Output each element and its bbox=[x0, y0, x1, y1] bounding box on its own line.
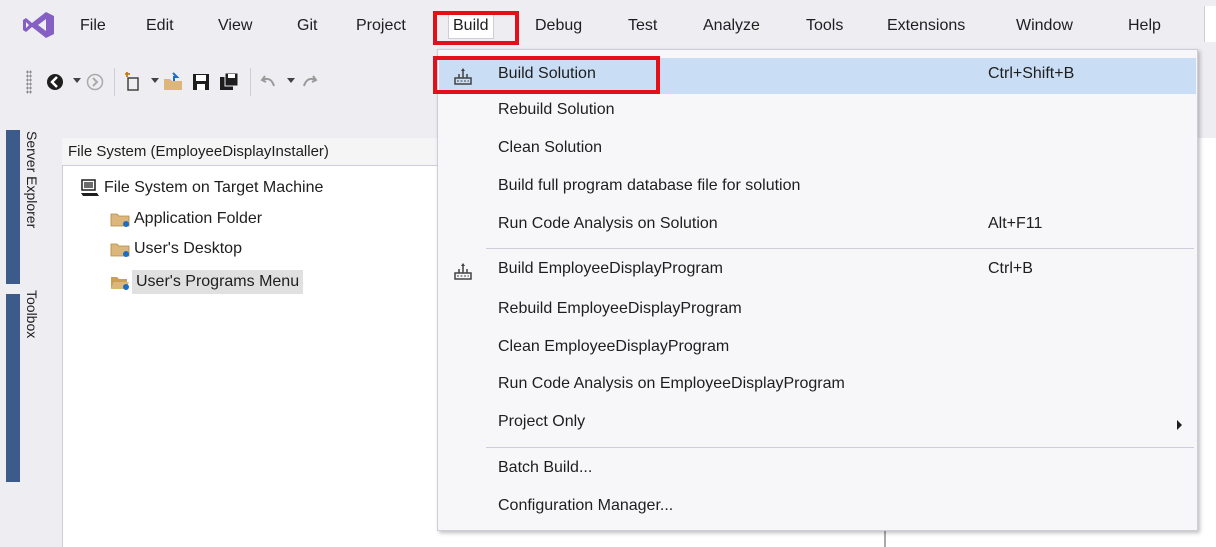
open-file-button[interactable] bbox=[162, 70, 184, 94]
left-tool-rail bbox=[0, 122, 22, 547]
menu-file[interactable]: File bbox=[80, 14, 106, 38]
menu-item-label: Build full program database file for sol… bbox=[498, 177, 801, 194]
tree-item-label: User's Desktop bbox=[134, 240, 242, 257]
menu-separator bbox=[486, 248, 1194, 249]
menu-view[interactable]: View bbox=[218, 14, 252, 38]
back-dropdown-icon[interactable] bbox=[73, 78, 81, 83]
menu-item-batch-build[interactable]: Batch Build... bbox=[439, 452, 1196, 488]
menu-tools[interactable]: Tools bbox=[806, 14, 843, 38]
menu-debug[interactable]: Debug bbox=[535, 14, 582, 38]
undo-dropdown-icon[interactable] bbox=[287, 78, 295, 83]
menu-edit[interactable]: Edit bbox=[146, 14, 174, 38]
redo-button[interactable] bbox=[298, 70, 320, 94]
search-box-edge[interactable] bbox=[1204, 6, 1216, 42]
menu-item-shortcut: Ctrl+B bbox=[988, 260, 1033, 277]
menu-extensions[interactable]: Extensions bbox=[887, 14, 965, 38]
menu-item-build-full-pdb[interactable]: Build full program database file for sol… bbox=[439, 170, 1196, 206]
build-icon bbox=[454, 263, 472, 280]
save-all-icon bbox=[220, 72, 239, 90]
menu-item-label: Configuration Manager... bbox=[498, 497, 674, 514]
menu-item-label: Project Only bbox=[498, 413, 586, 430]
menu-item-build-project[interactable]: Build EmployeeDisplayProgram Ctrl+B bbox=[439, 253, 1196, 289]
visual-studio-logo-icon[interactable] bbox=[22, 10, 56, 40]
menu-git[interactable]: Git bbox=[297, 14, 317, 38]
menu-test[interactable]: Test bbox=[628, 14, 657, 38]
menu-analyze[interactable]: Analyze bbox=[703, 14, 760, 38]
menu-item-shortcut: Alt+F11 bbox=[988, 215, 1043, 232]
submenu-arrow-icon bbox=[1177, 420, 1182, 430]
menu-item-run-code-analysis-project[interactable]: Run Code Analysis on EmployeeDisplayProg… bbox=[439, 368, 1196, 404]
menu-build[interactable]: Build bbox=[449, 14, 493, 38]
new-project-button[interactable] bbox=[122, 70, 144, 94]
menu-item-label: Build Solution bbox=[498, 65, 596, 82]
open-folder-icon bbox=[164, 72, 182, 90]
new-item-icon bbox=[125, 72, 139, 91]
menu-item-clean-solution[interactable]: Clean Solution bbox=[439, 132, 1196, 168]
folder-icon bbox=[110, 243, 130, 257]
menu-item-label: Clean EmployeeDisplayProgram bbox=[498, 338, 730, 355]
build-menu-dropdown: Build Solution Ctrl+Shift+B Rebuild Solu… bbox=[437, 49, 1198, 531]
back-button[interactable] bbox=[44, 70, 66, 94]
menu-item-label: Run Code Analysis on Solution bbox=[498, 215, 718, 232]
tree-item-label: Application Folder bbox=[134, 210, 263, 227]
server-explorer-tab-strip[interactable] bbox=[6, 130, 20, 284]
document-tab-title: File System (EmployeeDisplayInstaller) bbox=[68, 143, 329, 160]
build-icon bbox=[454, 68, 472, 85]
forward-button[interactable] bbox=[84, 70, 106, 94]
toolbox-tab-strip[interactable] bbox=[6, 294, 20, 482]
menu-item-label: Batch Build... bbox=[498, 459, 593, 476]
menu-item-shortcut: Ctrl+Shift+B bbox=[988, 65, 1075, 82]
open-folder-icon bbox=[111, 277, 129, 290]
menu-item-label: Clean Solution bbox=[498, 139, 603, 156]
save-button[interactable] bbox=[190, 70, 212, 94]
server-explorer-tab[interactable]: Server Explorer bbox=[24, 131, 40, 228]
folder-icon bbox=[110, 213, 130, 227]
menu-item-label: Rebuild Solution bbox=[498, 101, 615, 118]
back-arrow-icon bbox=[47, 74, 63, 90]
document-tab[interactable]: File System (EmployeeDisplayInstaller) bbox=[62, 138, 452, 166]
menu-project[interactable]: Project bbox=[356, 14, 406, 38]
save-icon bbox=[193, 74, 209, 90]
tree-item-label: User's Programs Menu bbox=[132, 270, 304, 294]
tree-item-label: File System on Target Machine bbox=[104, 179, 324, 196]
toolbar-separator bbox=[114, 68, 115, 96]
menu-item-build-solution[interactable]: Build Solution Ctrl+Shift+B bbox=[439, 58, 1196, 94]
menu-item-configuration-manager[interactable]: Configuration Manager... bbox=[439, 490, 1196, 526]
toolbar-grip[interactable] bbox=[26, 70, 32, 94]
menu-item-clean-project[interactable]: Clean EmployeeDisplayProgram bbox=[439, 331, 1196, 367]
menu-item-project-only[interactable]: Project Only bbox=[439, 406, 1196, 442]
undo-button[interactable] bbox=[258, 70, 280, 94]
menu-item-run-code-analysis-solution[interactable]: Run Code Analysis on Solution Alt+F11 bbox=[439, 208, 1196, 244]
redo-icon bbox=[303, 75, 318, 87]
menu-window[interactable]: Window bbox=[1016, 14, 1073, 38]
menu-item-label: Run Code Analysis on EmployeeDisplayProg… bbox=[498, 375, 845, 392]
menu-item-label: Build EmployeeDisplayProgram bbox=[498, 260, 723, 277]
menu-item-rebuild-project[interactable]: Rebuild EmployeeDisplayProgram bbox=[439, 293, 1196, 329]
new-dropdown-icon[interactable] bbox=[151, 78, 159, 83]
toolbar-separator bbox=[250, 68, 251, 96]
toolbox-tab[interactable]: Toolbox bbox=[24, 290, 40, 338]
forward-arrow-icon bbox=[86, 73, 104, 91]
menu-item-label: Rebuild EmployeeDisplayProgram bbox=[498, 300, 742, 317]
undo-icon bbox=[260, 75, 275, 87]
menu-item-rebuild-solution[interactable]: Rebuild Solution bbox=[439, 94, 1196, 130]
computer-icon bbox=[81, 179, 99, 196]
menu-separator bbox=[486, 447, 1194, 448]
menu-help[interactable]: Help bbox=[1128, 14, 1161, 38]
menu-bar: File Edit View Git Project Build Debug T… bbox=[0, 0, 1216, 50]
save-all-button[interactable] bbox=[218, 70, 240, 94]
